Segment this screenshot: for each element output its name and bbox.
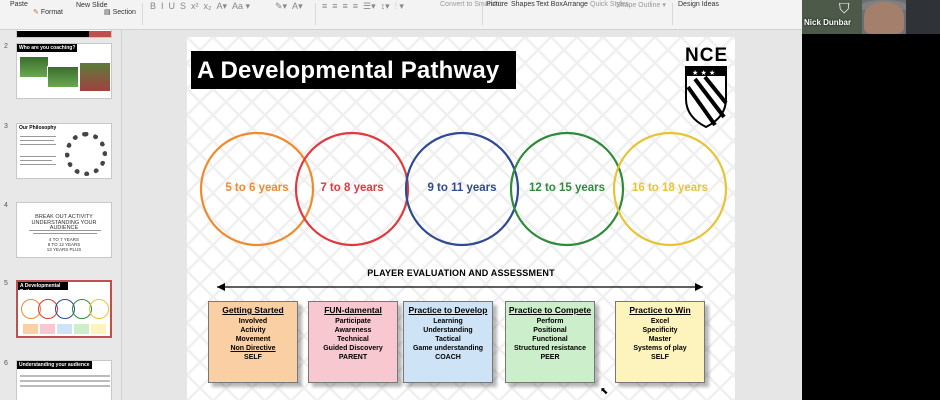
stage-card-line: Master	[648, 336, 672, 343]
picture-button[interactable]: Picture	[486, 1, 508, 9]
stage-card[interactable]: Getting Started Involved Activity Movement N…	[208, 301, 298, 383]
mouse-cursor-icon: ⬉	[600, 386, 609, 397]
slide-number: 4	[4, 202, 8, 209]
stage-card-line: Non Directive	[230, 345, 276, 352]
thumbnail-photo	[79, 62, 111, 92]
slide-number: 5	[4, 280, 8, 287]
text-color-icons[interactable]: ✎▾ A▾	[275, 1, 303, 12]
nce-shield-mini-icon: ⛉	[839, 0, 850, 16]
thumbnail-title: Who are you coaching?	[17, 44, 78, 52]
thumbnail-title: A Developmental Pathway	[18, 282, 68, 295]
quick-styles-button[interactable]: Quick Styles	[590, 1, 629, 9]
stage-card-line: Guided Discovery	[323, 345, 383, 352]
stage-card-line: Awareness	[334, 327, 372, 334]
stage-card[interactable]: Practice to Win Excel Specificity Master Sys…	[615, 301, 705, 383]
thumbnail-title: Understanding your audience	[17, 361, 92, 369]
slide-number: 2	[4, 43, 8, 50]
slide-thumbnail-5[interactable]: A Developmental Pathway	[16, 280, 112, 338]
slide-number: 3	[4, 123, 8, 130]
participant-video	[864, 2, 904, 34]
stage-card-title: Getting Started	[222, 305, 284, 315]
thumbnail-text: 13 YEARS PLUS	[46, 247, 82, 252]
philosophy-circle-diagram	[65, 132, 107, 176]
stage-card-title: Practice to Develop	[408, 305, 488, 315]
slide-thumbnail-6[interactable]: Understanding your audience	[16, 360, 112, 400]
paste-button[interactable]: Paste	[10, 1, 28, 9]
stage-card-line: Excel	[650, 318, 670, 325]
powerpoint-window: Paste ✎ Format New Slide ▤ Section B I U…	[0, 0, 802, 400]
thumbnail-title: Our Philosophy	[19, 125, 57, 131]
stage-card-line: Participate	[335, 318, 371, 325]
stage-card-line: Learning	[433, 318, 463, 325]
new-slide-button[interactable]: New Slide	[76, 2, 108, 10]
brush-icon: ✎	[33, 9, 39, 16]
age-circle-label: 7 to 8 years	[320, 182, 384, 194]
stage-card-line: Technical	[337, 336, 369, 343]
stage-card-line: Perform	[536, 318, 564, 325]
thumbnail-photo	[47, 66, 79, 88]
slide-canvas[interactable]: A Developmental Pathway NCE ★ ★ ★ 5 to 6…	[187, 37, 735, 400]
stage-card-title: FUN-damental	[324, 305, 382, 315]
shape-outline-button[interactable]: Shape Outline ▾	[616, 2, 666, 10]
shapes-button[interactable]: Shapes	[511, 1, 535, 9]
stage-card[interactable]: FUN-damental Participate Awareness Technica…	[308, 301, 398, 383]
stage-card-line: PARENT	[338, 354, 368, 361]
stage-card-line: Game understanding	[412, 345, 483, 352]
evaluation-label: PLAYER EVALUATION AND ASSESSMENT	[367, 268, 555, 278]
video-participant-tile[interactable]: ⛉ Nick Dunbar	[802, 0, 940, 34]
slide-thumbnail-4[interactable]: BREAK OUT ACTIVITY UNDERSTANDING YOUR AU…	[16, 202, 112, 258]
nce-shield-icon: ★ ★ ★	[685, 66, 728, 129]
stage-card-line: COACH	[435, 354, 461, 361]
arrange-button[interactable]: Arrange	[563, 1, 588, 9]
stage-card-line: PEER	[540, 354, 560, 361]
design-ideas-button[interactable]: Design Ideas	[678, 1, 719, 9]
stage-card-line: Involved	[238, 318, 268, 325]
stage-card-line: Functional	[532, 336, 568, 343]
participant-name: Nick Dunbar	[804, 18, 852, 27]
age-circle-label: 16 to 18 years	[631, 182, 709, 194]
stage-card-line: SELF	[244, 354, 262, 361]
text-box-button[interactable]: Text Box	[536, 1, 563, 9]
age-circle-label: 5 to 6 years	[225, 182, 289, 194]
convert-smartart-button[interactable]: Convert to SmartArt	[440, 1, 502, 9]
section-icon: ▤	[104, 9, 111, 16]
stage-card-line: Positional	[533, 327, 567, 334]
font-format-icons[interactable]: B I U S x² x₂ A▾ Aa ▾	[150, 1, 250, 12]
thumbnail-photo	[19, 56, 49, 78]
stage-card[interactable]: Practice to Compete Perform Positional Func…	[505, 301, 595, 383]
paragraph-icons[interactable]: ≡ ≡ ≡ ≡ ☰▾ ↕▾ ⫶ ▾	[322, 1, 404, 12]
slide-thumbnail-1[interactable]	[16, 30, 112, 38]
stage-card-line: Movement	[235, 336, 271, 343]
stage-card-title: Practice to Compete	[508, 305, 592, 315]
stage-card-line: Specificity	[642, 327, 678, 334]
stage-card-title: Practice to Win	[629, 305, 691, 315]
stage-card-line: Structured resistance	[514, 345, 586, 352]
slide-thumbnail-3[interactable]: Our Philosophy	[16, 123, 112, 179]
ribbon-toolbar: Paste ✎ Format New Slide ▤ Section B I U…	[0, 0, 802, 30]
age-circle-label: 12 to 15 years	[528, 182, 606, 194]
slide-thumbnail-panel: 2 Who are you coaching? 3 Our Philosophy…	[0, 30, 122, 400]
slide-thumbnail-2[interactable]: Who are you coaching?	[16, 43, 112, 99]
evaluation-arrow	[217, 283, 703, 291]
stage-card-line: Understanding	[423, 327, 473, 334]
stage-card-line: SELF	[651, 354, 669, 361]
stage-card-line: Tactical	[435, 336, 461, 343]
age-circle-label: 9 to 11 years	[427, 182, 497, 194]
format-painter-button[interactable]: ✎ Format	[33, 9, 63, 17]
svg-text:★ ★ ★: ★ ★ ★	[692, 69, 715, 77]
section-button[interactable]: ▤ Section	[104, 9, 136, 17]
slide-number: 6	[4, 360, 8, 367]
stage-card-line: Systems of play	[633, 345, 687, 352]
stage-card-line: Activity	[240, 327, 266, 334]
stage-card[interactable]: Practice to Develop Learning Understanding…	[403, 301, 493, 383]
